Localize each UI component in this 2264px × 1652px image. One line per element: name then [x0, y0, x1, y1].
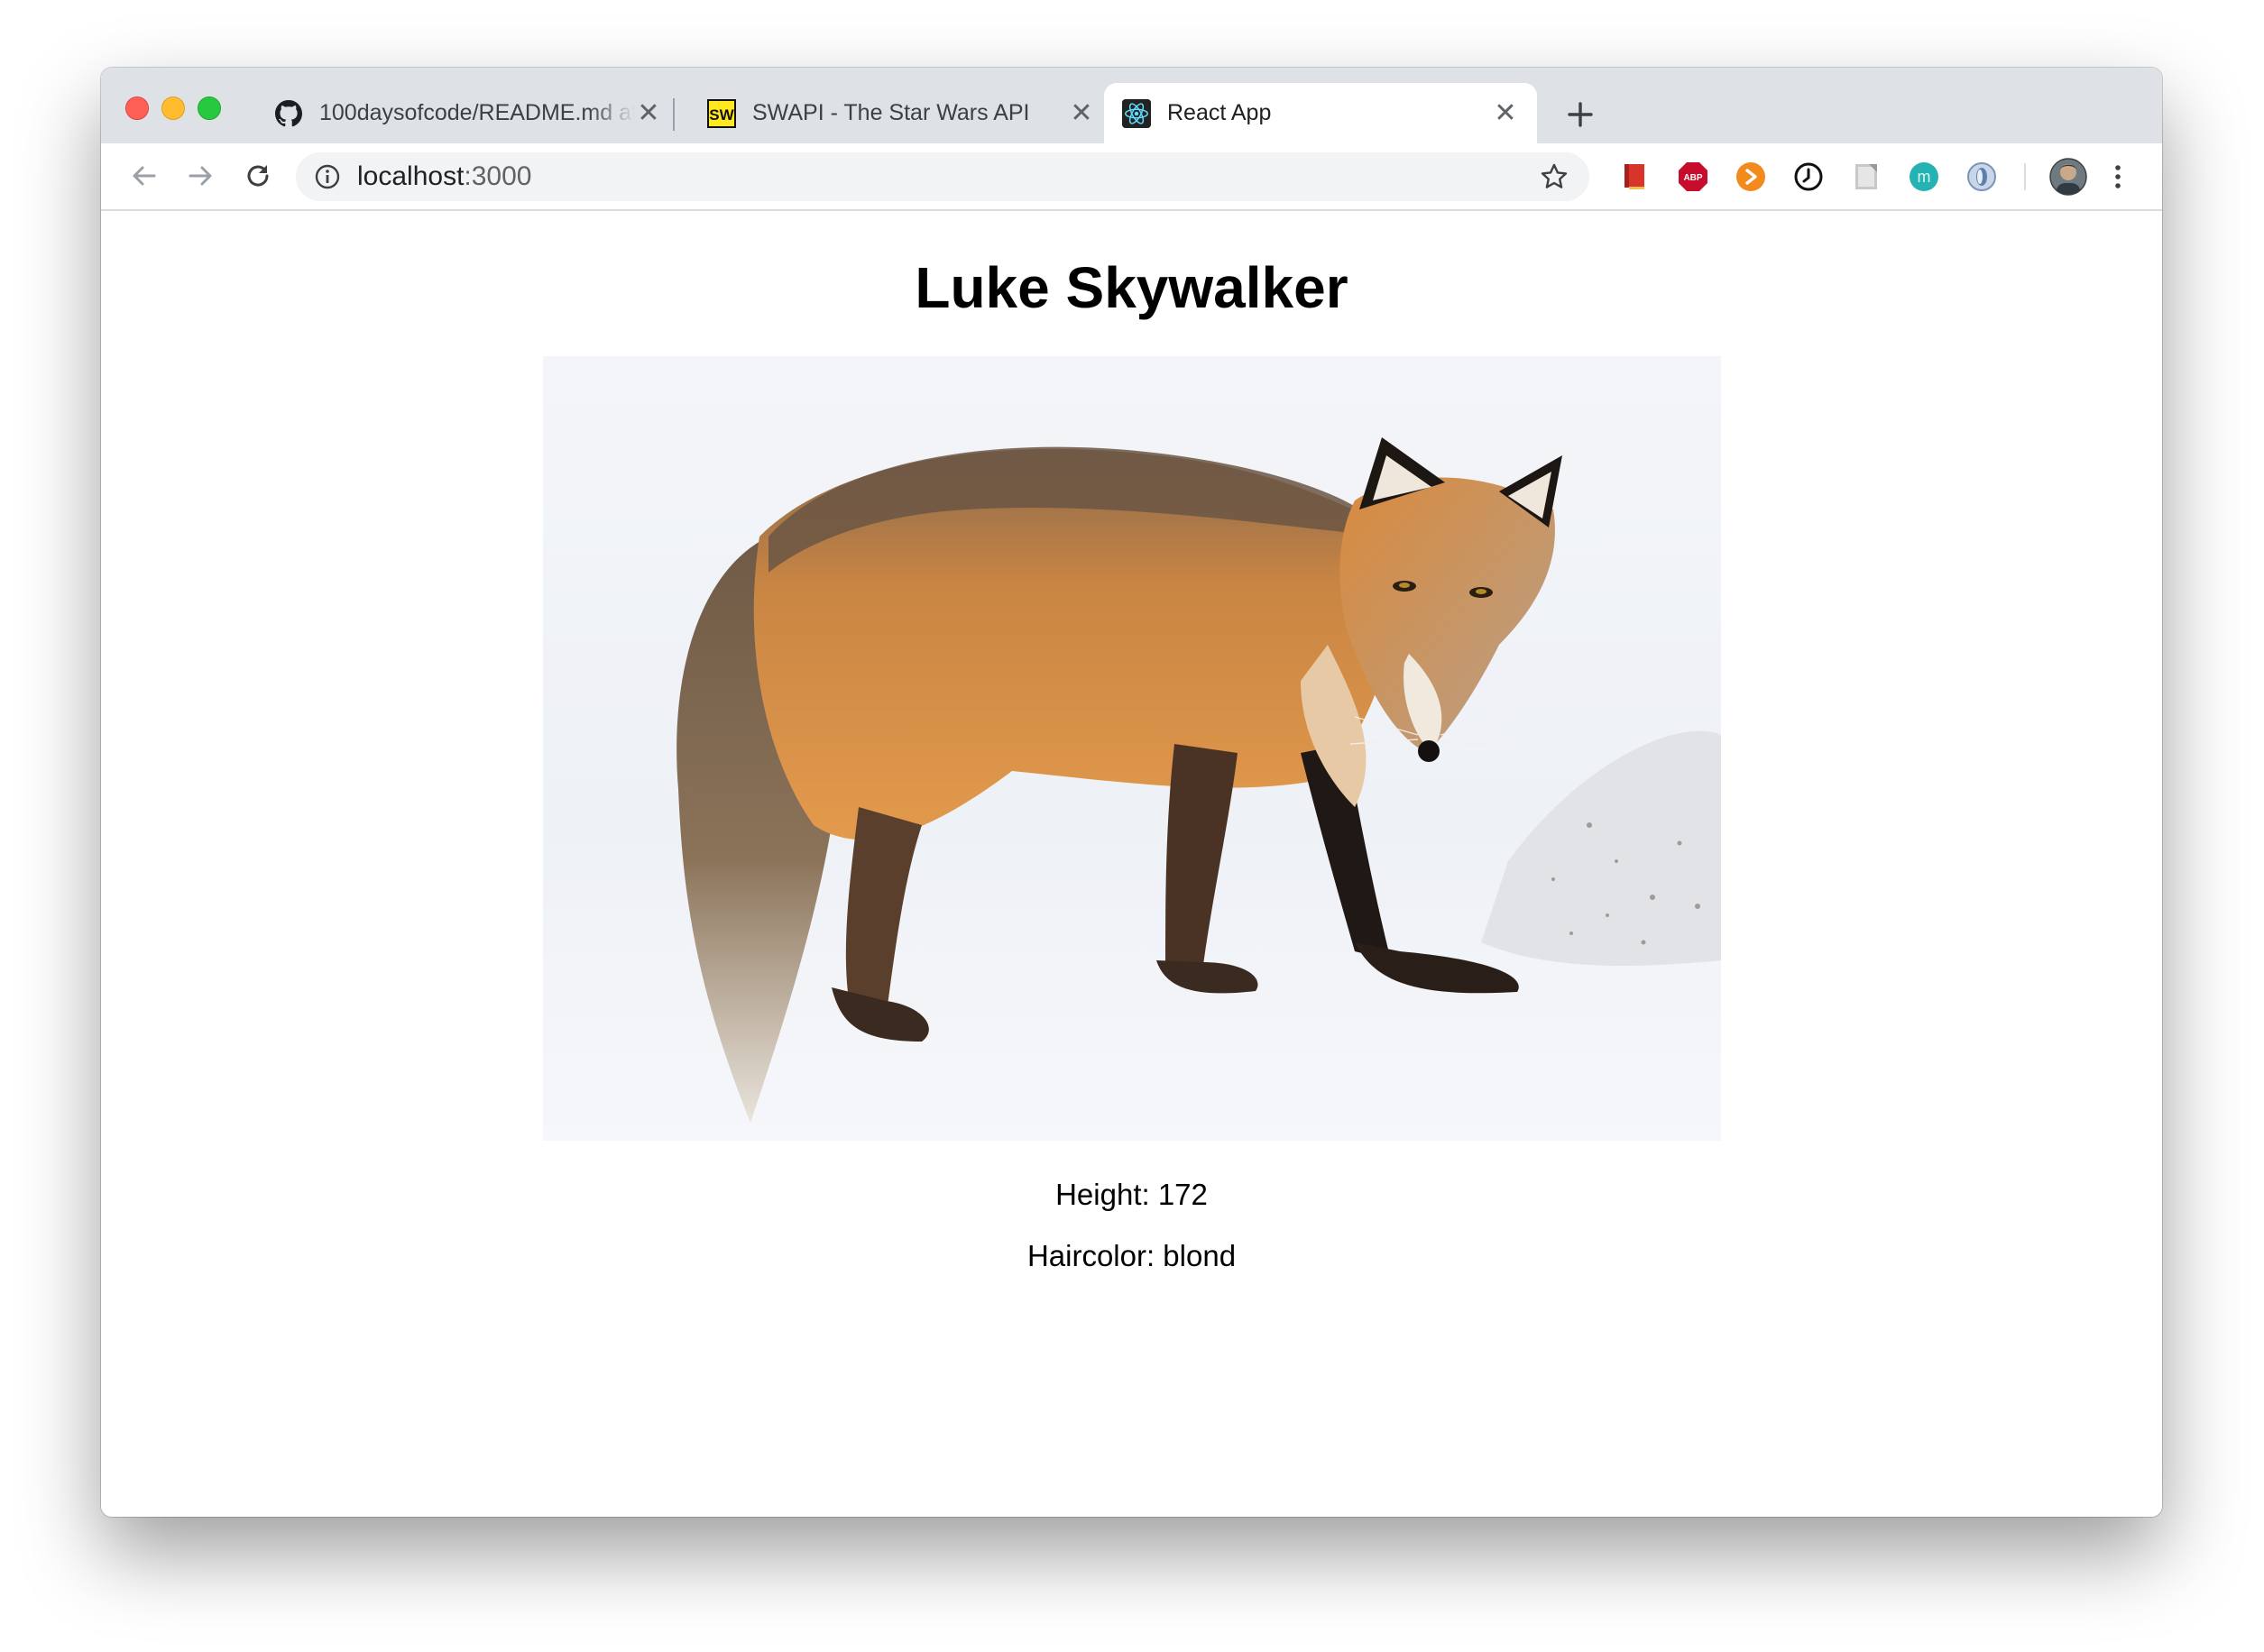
tab-react-app-active[interactable]: React App ✕: [1104, 83, 1537, 143]
tab-title: 100daysofcode/README.md at master: [319, 100, 635, 125]
tab-github-readme[interactable]: 100daysofcode/README.md at master ✕: [256, 83, 680, 143]
page-content: Luke Skywalker Height: 172 Haircolor: bl…: [101, 211, 2162, 1517]
swapi-icon-text: SW: [709, 106, 734, 124]
minimize-window-button[interactable]: [161, 96, 185, 120]
forward-button[interactable]: [184, 160, 216, 192]
height-text: Height: 172: [1055, 1178, 1208, 1211]
play-extension-icon[interactable]: [1735, 161, 1766, 192]
react-icon: [1122, 98, 1151, 128]
note-extension-icon[interactable]: [1851, 161, 1882, 192]
toolbar-divider: [2024, 163, 2026, 190]
url-port: :3000: [464, 161, 532, 191]
character-image: [543, 356, 1721, 1141]
url-text[interactable]: localhost:3000: [357, 163, 531, 190]
new-tab-button[interactable]: [1562, 96, 1598, 133]
tab-strip: 100daysofcode/README.md at master ✕ SW S…: [101, 68, 2162, 143]
close-tab-icon[interactable]: ✕: [1068, 98, 1095, 128]
more-menu-icon[interactable]: [2107, 161, 2129, 192]
m-extension-label: m: [1918, 168, 1931, 186]
adblock-label: ABP: [1683, 173, 1702, 183]
site-info-icon[interactable]: [314, 163, 341, 190]
character-name-heading: Luke Skywalker: [915, 255, 1348, 320]
sync-extension-icon[interactable]: [1966, 161, 1997, 192]
profile-avatar[interactable]: [2049, 158, 2087, 196]
bookmark-star-icon[interactable]: [1539, 161, 1569, 192]
close-tab-icon[interactable]: ✕: [635, 98, 662, 128]
browser-window: 100daysofcode/README.md at master ✕ SW S…: [101, 68, 2162, 1517]
maximize-window-button[interactable]: [198, 96, 221, 120]
reload-button[interactable]: [242, 160, 274, 192]
github-icon: [274, 99, 303, 128]
timer-extension-icon[interactable]: [1793, 161, 1824, 192]
tab-divider: [673, 98, 675, 131]
address-bar[interactable]: localhost:3000: [296, 152, 1589, 201]
back-button[interactable]: [128, 160, 161, 192]
close-tab-icon[interactable]: ✕: [1492, 98, 1519, 128]
tab-title: React App: [1167, 100, 1272, 125]
browser-toolbar: localhost:3000 ABP m: [101, 143, 2162, 211]
m-extension-icon[interactable]: m: [1909, 161, 1939, 192]
tab-title: SWAPI - The Star Wars API: [752, 100, 1030, 125]
haircolor-text: Haircolor: blond: [1026, 1239, 1237, 1272]
bookmark-extension-icon[interactable]: [1620, 161, 1651, 192]
adblock-plus-icon[interactable]: ABP: [1678, 161, 1708, 192]
swapi-icon: SW: [707, 98, 736, 128]
close-window-button[interactable]: [125, 96, 149, 120]
url-host: localhost: [357, 161, 465, 191]
